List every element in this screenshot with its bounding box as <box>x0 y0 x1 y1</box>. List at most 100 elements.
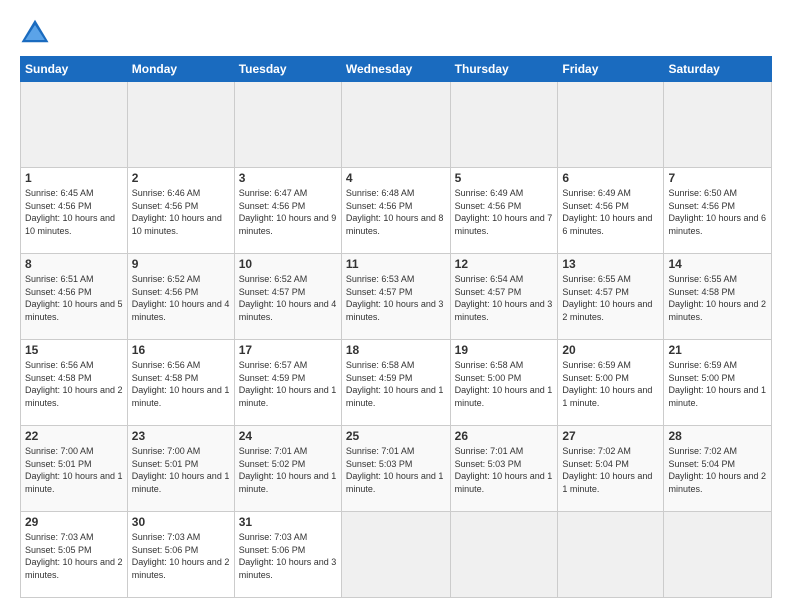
calendar-week-row: 15 Sunrise: 6:56 AMSunset: 4:58 PMDayligh… <box>21 340 772 426</box>
day-info: Sunrise: 6:52 AMSunset: 4:57 PMDaylight:… <box>239 273 337 323</box>
calendar-cell: 16 Sunrise: 6:56 AMSunset: 4:58 PMDayligh… <box>127 340 234 426</box>
calendar-cell: 23 Sunrise: 7:00 AMSunset: 5:01 PMDayligh… <box>127 426 234 512</box>
day-info: Sunrise: 6:51 AMSunset: 4:56 PMDaylight:… <box>25 273 123 323</box>
calendar-cell: 27 Sunrise: 7:02 AMSunset: 5:04 PMDayligh… <box>558 426 664 512</box>
day-number: 27 <box>562 429 659 443</box>
calendar-cell <box>664 82 772 168</box>
day-info: Sunrise: 6:58 AMSunset: 5:00 PMDaylight:… <box>455 359 554 409</box>
day-info: Sunrise: 7:03 AMSunset: 5:05 PMDaylight:… <box>25 531 123 581</box>
day-number: 23 <box>132 429 230 443</box>
calendar-table: SundayMondayTuesdayWednesdayThursdayFrid… <box>20 56 772 598</box>
calendar-cell: 19 Sunrise: 6:58 AMSunset: 5:00 PMDayligh… <box>450 340 558 426</box>
calendar-cell: 15 Sunrise: 6:56 AMSunset: 4:58 PMDayligh… <box>21 340 128 426</box>
calendar-cell: 18Sunrise: 6:58 AMSunset: 4:59 PMDayligh… <box>341 340 450 426</box>
calendar-cell <box>234 82 341 168</box>
day-of-week-header: Tuesday <box>234 57 341 82</box>
day-number: 6 <box>562 171 659 185</box>
calendar-cell: 13 Sunrise: 6:55 AMSunset: 4:57 PMDayligh… <box>558 254 664 340</box>
calendar-week-row: 22 Sunrise: 7:00 AMSunset: 5:01 PMDayligh… <box>21 426 772 512</box>
calendar-cell: 6 Sunrise: 6:49 AMSunset: 4:56 PMDaylight… <box>558 168 664 254</box>
calendar-week-row: 8 Sunrise: 6:51 AMSunset: 4:56 PMDaylight… <box>21 254 772 340</box>
day-number: 1 <box>25 171 123 185</box>
day-number: 14 <box>668 257 767 271</box>
day-number: 3 <box>239 171 337 185</box>
header-row: SundayMondayTuesdayWednesdayThursdayFrid… <box>21 57 772 82</box>
day-number: 21 <box>668 343 767 357</box>
day-info: Sunrise: 6:54 AMSunset: 4:57 PMDaylight:… <box>455 273 554 323</box>
calendar-cell: 26 Sunrise: 7:01 AMSunset: 5:03 PMDayligh… <box>450 426 558 512</box>
day-number: 29 <box>25 515 123 529</box>
calendar-week-row <box>21 82 772 168</box>
day-info: Sunrise: 6:45 AMSunset: 4:56 PMDaylight:… <box>25 187 123 237</box>
calendar-cell <box>558 82 664 168</box>
calendar-cell: 2Sunrise: 6:46 AMSunset: 4:56 PMDaylight… <box>127 168 234 254</box>
day-number: 11 <box>346 257 446 271</box>
calendar-cell: 20Sunrise: 6:59 AMSunset: 5:00 PMDayligh… <box>558 340 664 426</box>
calendar-cell <box>664 512 772 598</box>
day-info: Sunrise: 6:59 AMSunset: 5:00 PMDaylight:… <box>668 359 767 409</box>
calendar-cell: 30 Sunrise: 7:03 AMSunset: 5:06 PMDayligh… <box>127 512 234 598</box>
day-of-week-header: Sunday <box>21 57 128 82</box>
day-number: 30 <box>132 515 230 529</box>
day-number: 16 <box>132 343 230 357</box>
day-info: Sunrise: 6:55 AMSunset: 4:57 PMDaylight:… <box>562 273 659 323</box>
logo <box>20 16 54 46</box>
day-number: 17 <box>239 343 337 357</box>
day-info: Sunrise: 6:49 AMSunset: 4:56 PMDaylight:… <box>562 187 659 237</box>
calendar-cell: 10Sunrise: 6:52 AMSunset: 4:57 PMDayligh… <box>234 254 341 340</box>
calendar-week-row: 29 Sunrise: 7:03 AMSunset: 5:05 PMDayligh… <box>21 512 772 598</box>
day-info: Sunrise: 6:53 AMSunset: 4:57 PMDaylight:… <box>346 273 446 323</box>
calendar-cell: 25Sunrise: 7:01 AMSunset: 5:03 PMDayligh… <box>341 426 450 512</box>
day-info: Sunrise: 7:02 AMSunset: 5:04 PMDaylight:… <box>668 445 767 495</box>
calendar-cell: 9Sunrise: 6:52 AMSunset: 4:56 PMDaylight… <box>127 254 234 340</box>
day-info: Sunrise: 6:47 AMSunset: 4:56 PMDaylight:… <box>239 187 337 237</box>
day-number: 28 <box>668 429 767 443</box>
calendar-cell: 21 Sunrise: 6:59 AMSunset: 5:00 PMDayligh… <box>664 340 772 426</box>
day-info: Sunrise: 7:03 AMSunset: 5:06 PMDaylight:… <box>239 531 337 581</box>
day-number: 2 <box>132 171 230 185</box>
day-number: 4 <box>346 171 446 185</box>
day-number: 12 <box>455 257 554 271</box>
calendar-cell <box>21 82 128 168</box>
day-of-week-header: Wednesday <box>341 57 450 82</box>
calendar-cell <box>341 82 450 168</box>
calendar-cell: 22Sunrise: 7:00 AMSunset: 5:01 PMDayligh… <box>21 426 128 512</box>
day-info: Sunrise: 6:56 AMSunset: 4:58 PMDaylight:… <box>25 359 123 409</box>
calendar-cell: 1 Sunrise: 6:45 AMSunset: 4:56 PMDaylight… <box>21 168 128 254</box>
day-number: 7 <box>668 171 767 185</box>
calendar-cell: 31Sunrise: 7:03 AMSunset: 5:06 PMDayligh… <box>234 512 341 598</box>
day-info: Sunrise: 7:02 AMSunset: 5:04 PMDaylight:… <box>562 445 659 495</box>
calendar-cell: 3 Sunrise: 6:47 AMSunset: 4:56 PMDaylight… <box>234 168 341 254</box>
calendar-cell <box>127 82 234 168</box>
day-number: 22 <box>25 429 123 443</box>
calendar-week-row: 1 Sunrise: 6:45 AMSunset: 4:56 PMDaylight… <box>21 168 772 254</box>
calendar-cell <box>450 512 558 598</box>
day-number: 5 <box>455 171 554 185</box>
calendar-cell: 11 Sunrise: 6:53 AMSunset: 4:57 PMDayligh… <box>341 254 450 340</box>
calendar-cell <box>341 512 450 598</box>
calendar-cell: 7Sunrise: 6:50 AMSunset: 4:56 PMDaylight… <box>664 168 772 254</box>
day-info: Sunrise: 6:58 AMSunset: 4:59 PMDaylight:… <box>346 359 446 409</box>
day-info: Sunrise: 7:01 AMSunset: 5:02 PMDaylight:… <box>239 445 337 495</box>
day-number: 13 <box>562 257 659 271</box>
day-info: Sunrise: 6:56 AMSunset: 4:58 PMDaylight:… <box>132 359 230 409</box>
calendar-body: 1 Sunrise: 6:45 AMSunset: 4:56 PMDaylight… <box>21 82 772 598</box>
day-of-week-header: Friday <box>558 57 664 82</box>
day-of-week-header: Saturday <box>664 57 772 82</box>
day-number: 9 <box>132 257 230 271</box>
day-number: 8 <box>25 257 123 271</box>
day-number: 24 <box>239 429 337 443</box>
logo-icon <box>20 16 50 46</box>
calendar-cell: 12 Sunrise: 6:54 AMSunset: 4:57 PMDayligh… <box>450 254 558 340</box>
day-number: 26 <box>455 429 554 443</box>
page-container: SundayMondayTuesdayWednesdayThursdayFrid… <box>0 0 792 608</box>
calendar-cell: 17Sunrise: 6:57 AMSunset: 4:59 PMDayligh… <box>234 340 341 426</box>
day-number: 15 <box>25 343 123 357</box>
calendar-cell: 8 Sunrise: 6:51 AMSunset: 4:56 PMDaylight… <box>21 254 128 340</box>
day-number: 19 <box>455 343 554 357</box>
day-info: Sunrise: 7:03 AMSunset: 5:06 PMDaylight:… <box>132 531 230 581</box>
calendar-cell: 24 Sunrise: 7:01 AMSunset: 5:02 PMDayligh… <box>234 426 341 512</box>
day-info: Sunrise: 7:01 AMSunset: 5:03 PMDaylight:… <box>455 445 554 495</box>
day-number: 20 <box>562 343 659 357</box>
day-info: Sunrise: 7:00 AMSunset: 5:01 PMDaylight:… <box>132 445 230 495</box>
